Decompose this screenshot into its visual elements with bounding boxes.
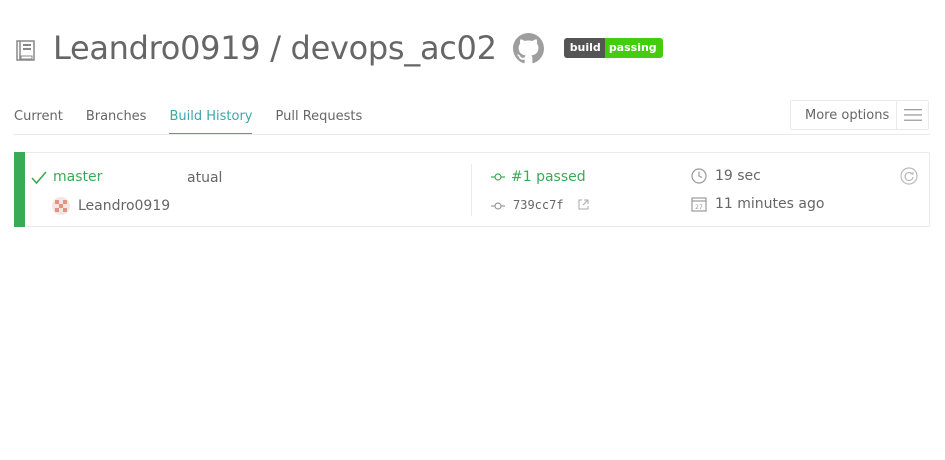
restart-build-icon[interactable] — [900, 167, 918, 185]
repo-header: Leandro0919 / devops_ac02 build passing — [14, 28, 663, 68]
calendar-icon: 27 — [691, 197, 707, 212]
commit-message: atual — [187, 170, 223, 186]
build-status-badge[interactable]: build passing — [563, 38, 663, 58]
commit-icon — [491, 202, 505, 210]
more-options-button[interactable]: More options — [790, 100, 929, 130]
build-duration: 19 sec — [715, 168, 761, 184]
tab-pull-requests[interactable]: Pull Requests — [275, 100, 362, 133]
finished-time: 11 minutes ago — [715, 196, 825, 212]
hamburger-menu-icon[interactable] — [897, 101, 928, 129]
avatar — [52, 197, 70, 215]
build-row[interactable]: master atual Leandro0919 #1 passed 739cc… — [14, 152, 930, 227]
travis-ci-page: Leandro0919 / devops_ac02 build passing … — [0, 0, 945, 460]
badge-label: build — [563, 38, 605, 58]
github-icon[interactable] — [512, 32, 544, 64]
badge-status: passing — [604, 38, 663, 58]
external-link-icon[interactable] — [578, 199, 589, 210]
row-separator — [471, 164, 472, 216]
repo-title[interactable]: Leandro0919 / devops_ac02 — [53, 29, 497, 67]
tab-branches[interactable]: Branches — [86, 100, 147, 133]
build-number-link[interactable]: #1 passed — [511, 169, 586, 185]
build-number-icon — [491, 173, 505, 181]
tabs-divider — [14, 134, 930, 135]
repo-icon — [16, 40, 35, 61]
more-options-label: More options — [805, 107, 890, 123]
check-icon — [31, 171, 47, 185]
tab-current[interactable]: Current — [14, 100, 63, 133]
commit-hash-link[interactable]: 739cc7f — [513, 198, 564, 212]
svg-text:27: 27 — [695, 204, 703, 211]
repo-tabs: Current Branches Build History Pull Requ… — [14, 100, 385, 135]
passed-status-bar — [14, 152, 25, 227]
branch-link[interactable]: master — [53, 169, 102, 185]
clock-icon — [691, 168, 707, 184]
author-name: Leandro0919 — [78, 198, 171, 214]
tab-build-history[interactable]: Build History — [169, 100, 253, 135]
